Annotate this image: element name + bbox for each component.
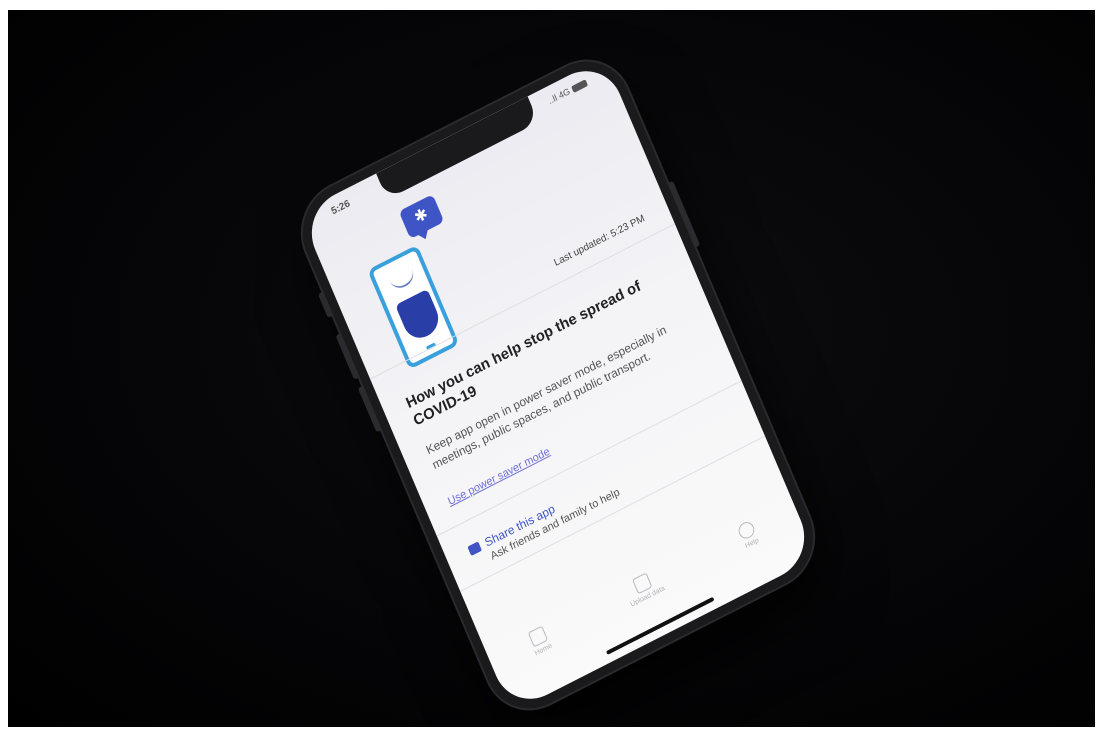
photo-background: 5:26 ..ll 4G ✱ Last updated: 5:23 PM How… <box>8 10 1095 727</box>
tab-home[interactable]: Home <box>508 616 572 667</box>
app-illustration: ✱ <box>352 194 491 373</box>
phone-illustration-icon <box>367 244 460 370</box>
bluetooth-bubble-icon: ✱ <box>398 194 445 240</box>
signal-text: ..ll 4G <box>546 86 572 106</box>
tab-upload-data[interactable]: Upload data <box>612 562 676 613</box>
status-time: 5:26 <box>329 198 352 218</box>
status-indicators: ..ll 4G <box>547 77 589 106</box>
battery-icon <box>571 79 589 94</box>
mute-switch <box>317 291 334 319</box>
tab-help[interactable]: Help <box>717 509 781 560</box>
phone-screen: 5:26 ..ll 4G ✱ Last updated: 5:23 PM How… <box>299 57 817 713</box>
share-icon <box>467 541 482 557</box>
shield-icon <box>395 288 444 344</box>
smile-icon <box>388 267 418 293</box>
smartphone: 5:26 ..ll 4G ✱ Last updated: 5:23 PM How… <box>287 44 829 726</box>
notch <box>376 96 539 200</box>
